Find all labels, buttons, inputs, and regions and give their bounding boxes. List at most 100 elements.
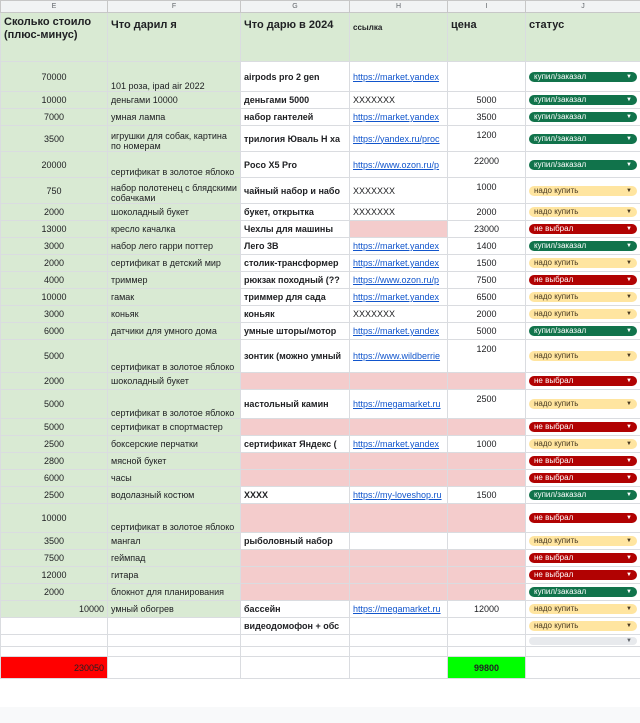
status-dropdown[interactable]: не выбрал ▼: [529, 473, 637, 483]
link-cell[interactable]: [349, 549, 448, 567]
status-dropdown[interactable]: надо купить ▼: [529, 292, 637, 302]
gave-cell[interactable]: сертификат в спортмастер: [107, 418, 241, 436]
cost-cell[interactable]: 5000: [0, 418, 108, 436]
empty-cell[interactable]: [240, 656, 350, 679]
status-dropdown[interactable]: купил/заказал ▼: [529, 490, 637, 500]
price-cell[interactable]: [447, 583, 526, 601]
cost-cell[interactable]: 5000: [0, 339, 108, 373]
product-link[interactable]: https://www.ozon.ru/p: [353, 275, 439, 285]
cost-cell[interactable]: 3000: [0, 237, 108, 255]
give-cell[interactable]: [240, 549, 350, 567]
column-letter[interactable]: F: [107, 0, 241, 13]
give-cell[interactable]: рыболовный набор: [240, 532, 350, 550]
status-dropdown[interactable]: не выбрал ▼: [529, 275, 637, 285]
give-cell[interactable]: [240, 503, 350, 533]
cost-cell[interactable]: 2000: [0, 203, 108, 221]
cost-cell[interactable]: 10000: [0, 600, 108, 618]
link-cell[interactable]: [349, 418, 448, 436]
cost-cell[interactable]: 3000: [0, 305, 108, 323]
give-cell[interactable]: видеодомофон + обс: [240, 617, 350, 635]
gave-cell[interactable]: коньяк: [107, 305, 241, 323]
status-dropdown[interactable]: надо купить ▼: [529, 536, 637, 546]
link-cell[interactable]: https://megamarket.ru: [349, 389, 448, 419]
status-dropdown[interactable]: надо купить ▼: [529, 207, 637, 217]
gave-cell[interactable]: датчики для умного дома: [107, 322, 241, 340]
product-link[interactable]: https://megamarket.ru: [353, 399, 441, 409]
cost-cell[interactable]: 2000: [0, 254, 108, 272]
price-cell[interactable]: [447, 452, 526, 470]
price-cell[interactable]: 23000: [447, 220, 526, 238]
cost-cell[interactable]: 13000: [0, 220, 108, 238]
status-dropdown[interactable]: надо купить ▼: [529, 621, 637, 631]
gave-cell[interactable]: мангал: [107, 532, 241, 550]
gave-cell[interactable]: водолазный костюм: [107, 486, 241, 504]
column-letter[interactable]: G: [240, 0, 350, 13]
column-letter[interactable]: E: [0, 0, 108, 13]
status-dropdown[interactable]: купил/заказал ▼: [529, 241, 637, 251]
price-cell[interactable]: 5000: [447, 91, 526, 109]
link-cell[interactable]: https://www.ozon.ru/p: [349, 271, 448, 289]
price-cell[interactable]: [447, 61, 526, 92]
give-cell[interactable]: рюкзак походный (??: [240, 271, 350, 289]
give-cell[interactable]: [240, 469, 350, 487]
give-cell[interactable]: [240, 452, 350, 470]
price-cell[interactable]: 6500: [447, 288, 526, 306]
give-cell[interactable]: чайный набор и набо: [240, 177, 350, 204]
header-gave[interactable]: Что дарил я: [107, 12, 241, 62]
gave-cell[interactable]: набор лего гарри поттер: [107, 237, 241, 255]
empty-cell[interactable]: [107, 656, 241, 679]
status-dropdown[interactable]: надо купить ▼: [529, 399, 637, 409]
status-dropdown[interactable]: надо купить ▼: [529, 258, 637, 268]
gave-cell[interactable]: гитара: [107, 566, 241, 584]
status-dropdown[interactable]: купил/заказал ▼: [529, 95, 637, 105]
give-cell[interactable]: Лего 3В: [240, 237, 350, 255]
link-cell[interactable]: [349, 469, 448, 487]
cost-cell[interactable]: 3500: [0, 532, 108, 550]
status-dropdown[interactable]: надо купить ▼: [529, 604, 637, 614]
cost-cell[interactable]: 2800: [0, 452, 108, 470]
give-cell[interactable]: букет, открытка: [240, 203, 350, 221]
give-cell[interactable]: бассейн: [240, 600, 350, 618]
link-cell[interactable]: https://www.ozon.ru/p: [349, 151, 448, 178]
header-link[interactable]: ссылка: [349, 12, 448, 62]
gave-cell[interactable]: набор полотенец с блядскими собачками: [107, 177, 241, 204]
status-dropdown[interactable]: не выбрал ▼: [529, 570, 637, 580]
give-cell[interactable]: Poco X5 Pro: [240, 151, 350, 178]
price-cell[interactable]: [447, 418, 526, 436]
gave-cell[interactable]: сертификат в золотое яблоко: [107, 151, 241, 178]
gave-cell[interactable]: геймпад: [107, 549, 241, 567]
give-cell[interactable]: трилогия Юваль Н ха: [240, 125, 350, 152]
give-cell[interactable]: триммер для сада: [240, 288, 350, 306]
cost-cell[interactable]: 4000: [0, 271, 108, 289]
cost-cell[interactable]: 3500: [0, 125, 108, 152]
link-cell[interactable]: XXXXXXX: [349, 177, 448, 204]
product-link[interactable]: https://yandex.ru/proc: [353, 134, 440, 144]
product-link[interactable]: https://megamarket.ru: [353, 604, 441, 614]
link-cell[interactable]: https://market.yandex: [349, 322, 448, 340]
gave-cell[interactable]: блокнот для планирования: [107, 583, 241, 601]
link-cell[interactable]: https://market.yandex: [349, 254, 448, 272]
total-cost[interactable]: 230050: [0, 656, 108, 679]
status-dropdown[interactable]: купил/заказал ▼: [529, 587, 637, 597]
gave-cell[interactable]: шоколадный букет: [107, 372, 241, 390]
gave-cell[interactable]: сертификат в золотое яблоко: [107, 339, 241, 373]
give-cell[interactable]: [240, 418, 350, 436]
gave-cell[interactable]: гамак: [107, 288, 241, 306]
cost-cell[interactable]: 750: [0, 177, 108, 204]
link-cell[interactable]: [349, 566, 448, 584]
give-cell[interactable]: [240, 583, 350, 601]
cost-cell[interactable]: 10000: [0, 503, 108, 533]
gave-cell[interactable]: кресло качалка: [107, 220, 241, 238]
header-price[interactable]: цена: [447, 12, 526, 62]
link-cell[interactable]: https://yandex.ru/proc: [349, 125, 448, 152]
cost-cell[interactable]: 10000: [0, 288, 108, 306]
price-cell[interactable]: [447, 503, 526, 533]
product-link[interactable]: https://www.ozon.ru/p: [353, 160, 439, 170]
empty-cell[interactable]: [349, 634, 448, 647]
cost-cell[interactable]: 7000: [0, 108, 108, 126]
product-link[interactable]: https://market.yandex: [353, 258, 439, 268]
link-cell[interactable]: https://my-loveshop.ru: [349, 486, 448, 504]
column-letter[interactable]: H: [349, 0, 448, 13]
status-dropdown[interactable]: не выбрал ▼: [529, 553, 637, 563]
give-cell[interactable]: набор гантелей: [240, 108, 350, 126]
